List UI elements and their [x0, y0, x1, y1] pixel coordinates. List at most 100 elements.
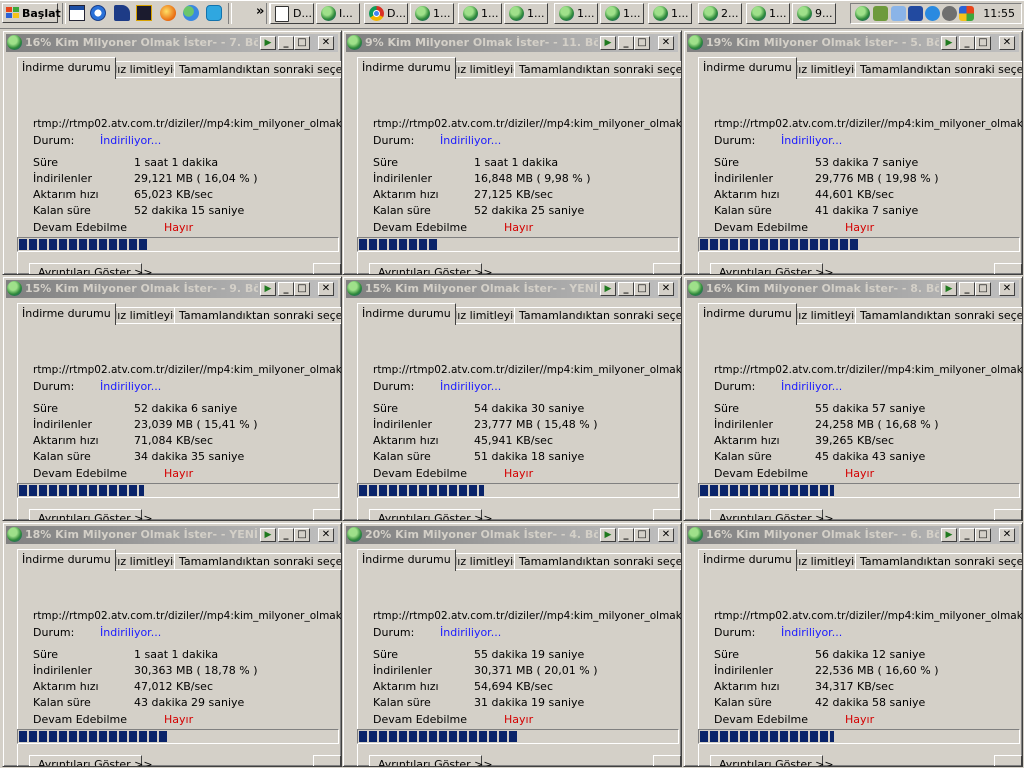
- skype-icon[interactable]: [206, 5, 222, 21]
- maximize-button[interactable]: □: [634, 36, 650, 50]
- title-bar[interactable]: 18% Kim Milyoner Olmak İster- - YENİ - 3…: [6, 526, 338, 544]
- messenger-icon[interactable]: [183, 5, 199, 21]
- media-icon[interactable]: [114, 5, 130, 21]
- title-bar[interactable]: 15% Kim Milyoner Olmak İster- - 9. Bölü.…: [6, 280, 338, 298]
- extra-button[interactable]: [653, 755, 681, 766]
- minimize-button[interactable]: _: [618, 36, 634, 50]
- play-icon[interactable]: ▶: [260, 528, 276, 542]
- globe-tray-icon[interactable]: [925, 6, 940, 21]
- firefox-icon[interactable]: [160, 5, 176, 21]
- tab-after-completion[interactable]: Tamamlandıktan sonraki seçenek: [174, 553, 341, 570]
- taskbar-button[interactable]: 1...: [458, 3, 502, 24]
- title-bar[interactable]: 15% Kim Milyoner Olmak İster- - YENİ - 1…: [346, 280, 678, 298]
- title-bar[interactable]: 19% Kim Milyoner Olmak İster- - 5. Bölü.…: [687, 34, 1019, 52]
- play-icon[interactable]: ▶: [941, 36, 957, 50]
- taskbar-button[interactable]: 1...: [648, 3, 692, 24]
- maximize-button[interactable]: □: [975, 528, 991, 542]
- tab-after-completion[interactable]: Tamamlandıktan sonraki seçenek: [174, 61, 341, 78]
- tab-after-completion[interactable]: Tamamlandıktan sonraki seçenek: [514, 553, 681, 570]
- title-bar[interactable]: 20% Kim Milyoner Olmak İster- - 4. Bölü.…: [346, 526, 678, 544]
- close-button[interactable]: ✕: [658, 528, 674, 542]
- close-button[interactable]: ✕: [318, 36, 334, 50]
- minimize-button[interactable]: _: [278, 528, 294, 542]
- maximize-button[interactable]: □: [294, 36, 310, 50]
- play-icon[interactable]: ▶: [600, 36, 616, 50]
- taskbar-button[interactable]: D...: [364, 3, 408, 24]
- extra-button[interactable]: [313, 755, 341, 766]
- minimize-button[interactable]: _: [278, 282, 294, 296]
- tab-after-completion[interactable]: Tamamlandıktan sonraki seçenek: [855, 307, 1022, 324]
- extra-button[interactable]: [313, 263, 341, 274]
- tab-download-status[interactable]: İndirme durumu: [17, 303, 116, 325]
- tab-download-status[interactable]: İndirme durumu: [357, 549, 456, 571]
- tab-download-status[interactable]: İndirme durumu: [698, 303, 797, 325]
- tab-download-status[interactable]: İndirme durumu: [698, 57, 797, 79]
- title-bar[interactable]: 16% Kim Milyoner Olmak İster- - 7. Bölü.…: [6, 34, 338, 52]
- show-details-button[interactable]: Ayrıntıları Göster >>: [710, 755, 834, 766]
- play-icon[interactable]: ▶: [260, 282, 276, 296]
- show-desktop-icon[interactable]: [69, 5, 85, 21]
- taskbar-button[interactable]: 2...: [698, 3, 742, 24]
- tab-after-completion[interactable]: Tamamlandıktan sonraki seçenek: [855, 61, 1022, 78]
- taskbar-button[interactable]: I...: [316, 3, 360, 24]
- taskbar-button[interactable]: 1...: [504, 3, 548, 24]
- taskbar-button[interactable]: 1...: [554, 3, 598, 24]
- clock[interactable]: 11:55: [983, 4, 1015, 23]
- download-manager-tray-icon[interactable]: [855, 6, 870, 21]
- show-details-button[interactable]: Ayrıntıları Göster >>: [710, 263, 834, 274]
- close-button[interactable]: ✕: [318, 528, 334, 542]
- show-details-button[interactable]: Ayrıntıları Göster >>: [29, 263, 153, 274]
- show-details-button[interactable]: Ayrıntıları Göster >>: [369, 755, 493, 766]
- volume-tray-icon[interactable]: [942, 6, 957, 21]
- minimize-button[interactable]: _: [959, 36, 975, 50]
- taskbar-button[interactable]: 1...: [600, 3, 644, 24]
- tab-download-status[interactable]: İndirme durumu: [17, 549, 116, 571]
- tab-after-completion[interactable]: Tamamlandıktan sonraki seçenek: [514, 307, 681, 324]
- tab-after-completion[interactable]: Tamamlandıktan sonraki seçenek: [855, 553, 1022, 570]
- more-quicklaunch-chevron-icon[interactable]: »: [256, 4, 264, 19]
- close-button[interactable]: ✕: [999, 282, 1015, 296]
- maximize-button[interactable]: □: [294, 528, 310, 542]
- ie-icon[interactable]: [90, 5, 106, 21]
- show-details-button[interactable]: Ayrıntıları Göster >>: [710, 509, 834, 520]
- tab-download-status[interactable]: İndirme durumu: [17, 57, 116, 79]
- show-details-button[interactable]: Ayrıntıları Göster >>: [369, 509, 493, 520]
- play-icon[interactable]: ▶: [600, 282, 616, 296]
- tab-after-completion[interactable]: Tamamlandıktan sonraki seçenek: [174, 307, 341, 324]
- maximize-button[interactable]: □: [294, 282, 310, 296]
- winamp-icon[interactable]: [136, 5, 152, 21]
- show-details-button[interactable]: Ayrıntıları Göster >>: [29, 755, 153, 766]
- show-details-button[interactable]: Ayrıntıları Göster >>: [369, 263, 493, 274]
- close-button[interactable]: ✕: [658, 282, 674, 296]
- security-tray-icon[interactable]: [959, 6, 974, 21]
- tab-download-status[interactable]: İndirme durumu: [357, 303, 456, 325]
- extra-button[interactable]: [313, 509, 341, 520]
- minimize-button[interactable]: _: [278, 36, 294, 50]
- taskbar-button[interactable]: 1...: [746, 3, 790, 24]
- minimize-button[interactable]: _: [959, 282, 975, 296]
- extra-button[interactable]: [994, 263, 1022, 274]
- minimize-button[interactable]: _: [618, 282, 634, 296]
- tab-download-status[interactable]: İndirme durumu: [357, 57, 456, 79]
- network-tray-icon[interactable]: [873, 6, 888, 21]
- title-bar[interactable]: 16% Kim Milyoner Olmak İster- - 6. Bölü.…: [687, 526, 1019, 544]
- taskbar-button[interactable]: 1...: [410, 3, 454, 24]
- maximize-button[interactable]: □: [975, 36, 991, 50]
- title-bar[interactable]: 9% Kim Milyoner Olmak İster- - 11. Bölü.…: [346, 34, 678, 52]
- tab-download-status[interactable]: İndirme durumu: [698, 549, 797, 571]
- maximize-button[interactable]: □: [634, 282, 650, 296]
- play-icon[interactable]: ▶: [260, 36, 276, 50]
- close-button[interactable]: ✕: [318, 282, 334, 296]
- play-icon[interactable]: ▶: [600, 528, 616, 542]
- play-icon[interactable]: ▶: [941, 528, 957, 542]
- close-button[interactable]: ✕: [999, 36, 1015, 50]
- taskbar-button[interactable]: 9...: [792, 3, 836, 24]
- taskbar-button[interactable]: D...: [270, 3, 314, 24]
- minimize-button[interactable]: _: [618, 528, 634, 542]
- title-bar[interactable]: 16% Kim Milyoner Olmak İster- - 8. Bölü.…: [687, 280, 1019, 298]
- close-button[interactable]: ✕: [999, 528, 1015, 542]
- tab-after-completion[interactable]: Tamamlandıktan sonraki seçenek: [514, 61, 681, 78]
- update-tray-icon[interactable]: [908, 6, 923, 21]
- extra-button[interactable]: [653, 509, 681, 520]
- extra-button[interactable]: [994, 509, 1022, 520]
